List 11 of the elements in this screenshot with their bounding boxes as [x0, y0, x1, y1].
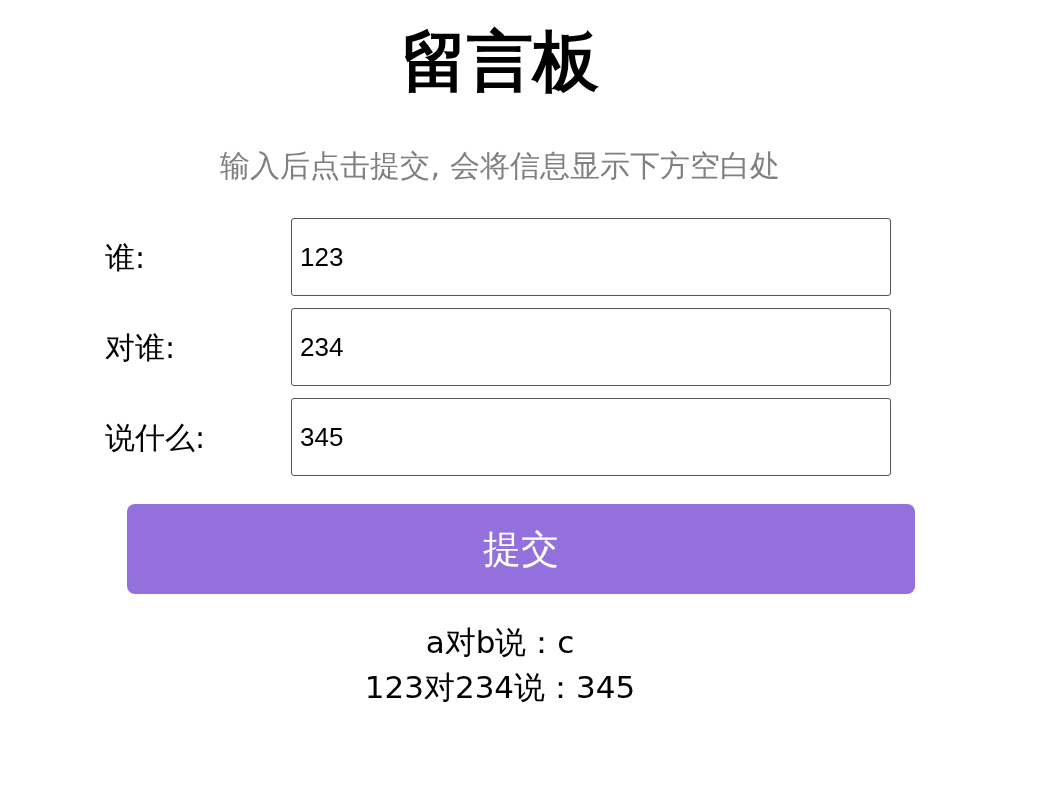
message-text: 123对234说：345 [364, 669, 636, 706]
field-label: 谁: [105, 238, 147, 277]
input-field[interactable]: 345 [291, 398, 891, 477]
message-text: a对b说：c [425, 624, 575, 661]
input-field[interactable]: 234 [291, 308, 891, 387]
field-label: 对谁: [105, 328, 177, 367]
input-field[interactable]: 123 [291, 218, 891, 297]
page-title: 留言板 [400, 22, 600, 102]
instruction-text: 输入后点击提交, 会将信息显示下方空白处 [219, 147, 781, 186]
field-label: 说什么: [105, 418, 207, 457]
submit-button[interactable]: 提交 [127, 504, 915, 595]
